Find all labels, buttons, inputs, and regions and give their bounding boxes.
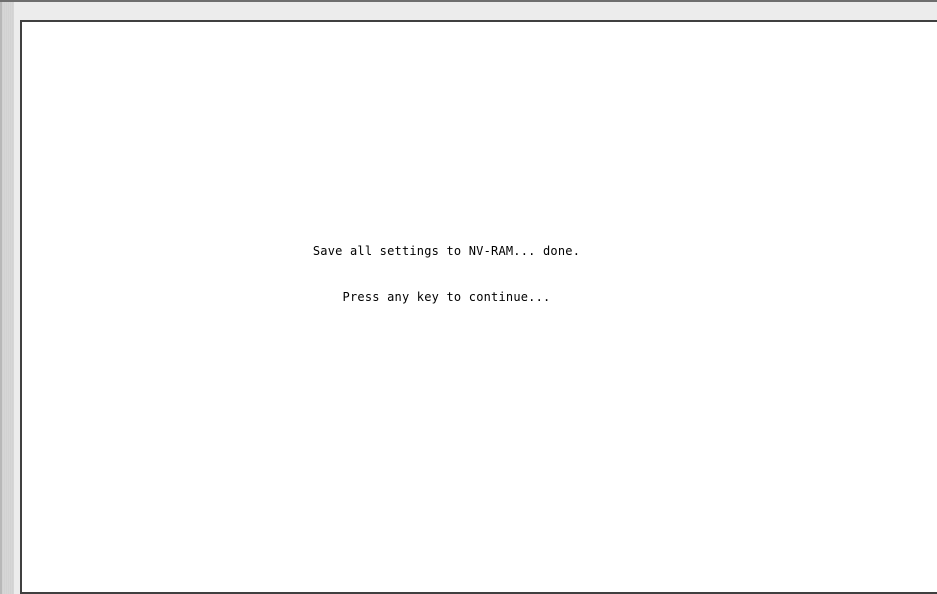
window-top-bevel bbox=[0, 2, 937, 12]
terminal-window: Save all settings to NV-RAM... done. Pre… bbox=[0, 0, 937, 594]
save-status-message: Save all settings to NV-RAM... done. bbox=[312, 244, 581, 258]
terminal-screen[interactable]: Save all settings to NV-RAM... done. Pre… bbox=[20, 20, 937, 594]
continue-prompt: Press any key to continue... bbox=[342, 290, 551, 304]
inner-top-bevel bbox=[14, 12, 937, 20]
